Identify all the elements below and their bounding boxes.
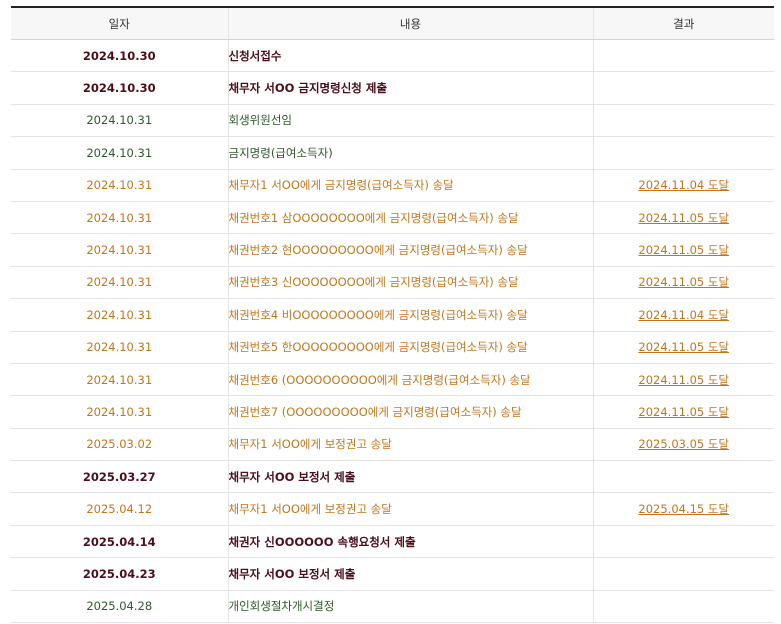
row-result: 2025.03.05 도달 xyxy=(592,428,774,462)
row-content: 채무자1 서OO에게 보정권고 송달 xyxy=(227,492,593,526)
row-result: 2024.11.05 도달 xyxy=(592,201,774,235)
row-date: 2024.10.31 xyxy=(11,169,228,202)
row-result xyxy=(592,104,774,138)
delivery-result-link[interactable]: 2024.11.05 도달 xyxy=(638,405,729,419)
row-date: 2025.04.23 xyxy=(11,557,228,591)
row-content: 채무자1 서OO에게 금지명령(급여소득자) 송달 xyxy=(227,169,593,202)
table-row: 2025.04.23 채무자 서OO 보정서 제출 xyxy=(11,557,774,591)
row-content: 채무자 서OO 보정서 제출 xyxy=(227,460,593,494)
delivery-result-link[interactable]: 2024.11.05 도달 xyxy=(638,373,729,387)
table-row: 2024.10.31 채권번호6 (OOOOOOOOOO에게 금지명령(급여소득자… xyxy=(11,363,774,397)
row-content: 채권번호6 (OOOOOOOOOO에게 금지명령(급여소득자) 송달 xyxy=(227,363,593,397)
delivery-result-link[interactable]: 2024.11.05 도달 xyxy=(638,243,729,257)
row-content: 회생위원선임 xyxy=(227,104,593,138)
table-row: 2024.10.30 신청서접수 xyxy=(11,39,774,73)
row-content: 채권번호5 한OOOOOOOOO에게 금지명령(급여소득자) 송달 xyxy=(227,331,593,364)
row-date: 2024.10.31 xyxy=(11,363,228,397)
row-content: 금지명령(급여소득자) xyxy=(227,136,593,170)
table-header: 일자 내용 결과 xyxy=(11,6,774,40)
row-result xyxy=(592,460,774,494)
row-date: 2024.10.31 xyxy=(11,298,228,332)
row-date: 2024.10.30 xyxy=(11,39,228,73)
row-date: 2025.03.27 xyxy=(11,460,228,494)
row-date: 2025.03.02 xyxy=(11,428,228,462)
row-date: 2024.10.30 xyxy=(11,71,228,105)
delivery-result-link[interactable]: 2024.11.05 도달 xyxy=(638,340,729,354)
table-row: 2024.10.31 채무자1 서OO에게 금지명령(급여소득자) 송달 2024.… xyxy=(11,169,774,202)
delivery-result-link[interactable]: 2024.11.04 도달 xyxy=(638,308,729,322)
row-content: 채무자 서OO 금지명령신청 제출 xyxy=(227,71,593,105)
table-row: 2025.04.12 채무자1 서OO에게 보정권고 송달 2025.04.15 도… xyxy=(11,492,774,526)
table-row: 2024.10.31 채권번호4 비OOOOOOOOO에게 금지명령(급여소득자)… xyxy=(11,298,774,332)
table-row: 2024.10.31 채권번호5 한OOOOOOOOO에게 금지명령(급여소득자)… xyxy=(11,331,774,364)
row-date: 2024.10.31 xyxy=(11,266,228,300)
table-row: 2024.10.31 회생위원선임 xyxy=(11,104,774,138)
row-content: 채무자 서OO 보정서 제출 xyxy=(227,557,593,591)
row-content: 채권번호7 (OOOOOOOOO에게 금지명령(급여소득자) 송달 xyxy=(227,395,593,429)
row-content: 채무자1 서OO에게 보정권고 송달 xyxy=(227,428,593,462)
row-result: 2024.11.04 도달 xyxy=(592,298,774,332)
row-result xyxy=(592,557,774,591)
case-progress-panel: 일자 내용 결과 2024.10.30 신청서접수 2024.10.30 채무자 서O… xyxy=(0,0,781,624)
row-result: 2024.11.04 도달 xyxy=(592,169,774,202)
row-date: 2024.10.31 xyxy=(11,395,228,429)
table-row: 2025.04.28 개인회생절차개시결정 xyxy=(11,590,774,624)
case-progress-table: 일자 내용 결과 2024.10.30 신청서접수 2024.10.30 채무자 서O… xyxy=(11,6,774,624)
table-row: 2025.03.27 채무자 서OO 보정서 제출 xyxy=(11,460,774,494)
row-result: 2024.11.05 도달 xyxy=(592,331,774,364)
row-content: 신청서접수 xyxy=(227,39,593,73)
row-content: 채권번호3 신OOOOOOOO에게 금지명령(급여소득자) 송달 xyxy=(227,266,593,300)
table-row: 2024.10.31 채권번호7 (OOOOOOOOO에게 금지명령(급여소득자)… xyxy=(11,395,774,429)
row-content: 채권번호2 현OOOOOOOOO에게 금지명령(급여소득자) 송달 xyxy=(227,233,593,267)
row-date: 2024.10.31 xyxy=(11,331,228,364)
delivery-result-link[interactable]: 2024.11.05 도달 xyxy=(638,275,729,289)
row-content: 채권자 신OOOOOO 속행요청서 제출 xyxy=(227,525,593,559)
row-result xyxy=(592,71,774,105)
delivery-result-link[interactable]: 2025.04.15 도달 xyxy=(638,502,729,516)
row-content: 채권번호1 삼OOOOOOOO에게 금지명령(급여소득자) 송달 xyxy=(227,201,593,235)
row-date: 2025.04.12 xyxy=(11,492,228,526)
row-date: 2025.04.28 xyxy=(11,590,228,624)
header-row: 일자 내용 결과 xyxy=(11,6,774,40)
row-date: 2024.10.31 xyxy=(11,136,228,170)
table-row: 2025.03.02 채무자1 서OO에게 보정권고 송달 2025.03.05 도… xyxy=(11,428,774,462)
table-row: 2025.04.14 채권자 신OOOOOO 속행요청서 제출 xyxy=(11,525,774,559)
header-result: 결과 xyxy=(592,6,774,40)
row-content: 개인회생절차개시결정 xyxy=(227,590,593,624)
row-date: 2024.10.31 xyxy=(11,104,228,138)
table-row: 2024.10.30 채무자 서OO 금지명령신청 제출 xyxy=(11,71,774,105)
row-result xyxy=(592,590,774,624)
row-date: 2025.04.14 xyxy=(11,525,228,559)
table-row: 2024.10.31 채권번호1 삼OOOOOOOO에게 금지명령(급여소득자) … xyxy=(11,201,774,235)
row-result xyxy=(592,39,774,73)
row-result: 2025.04.15 도달 xyxy=(592,492,774,526)
table-row: 2024.10.31 채권번호2 현OOOOOOOOO에게 금지명령(급여소득자)… xyxy=(11,233,774,267)
row-result xyxy=(592,136,774,170)
delivery-result-link[interactable]: 2024.11.05 도달 xyxy=(638,211,729,225)
row-content: 채권번호4 비OOOOOOOOO에게 금지명령(급여소득자) 송달 xyxy=(227,298,593,332)
row-date: 2024.10.31 xyxy=(11,201,228,235)
row-result: 2024.11.05 도달 xyxy=(592,233,774,267)
row-result xyxy=(592,525,774,559)
row-result: 2024.11.05 도달 xyxy=(592,395,774,429)
table-body: 2024.10.30 신청서접수 2024.10.30 채무자 서OO 금지명령신청 … xyxy=(11,39,774,624)
header-date: 일자 xyxy=(11,6,228,40)
delivery-result-link[interactable]: 2024.11.04 도달 xyxy=(638,178,729,192)
row-date: 2024.10.31 xyxy=(11,233,228,267)
table-row: 2024.10.31 금지명령(급여소득자) xyxy=(11,136,774,170)
delivery-result-link[interactable]: 2025.03.05 도달 xyxy=(638,437,729,451)
table-row: 2024.10.31 채권번호3 신OOOOOOOO에게 금지명령(급여소득자) … xyxy=(11,266,774,300)
row-result: 2024.11.05 도달 xyxy=(592,266,774,300)
header-content: 내용 xyxy=(227,6,593,40)
row-result: 2024.11.05 도달 xyxy=(592,363,774,397)
